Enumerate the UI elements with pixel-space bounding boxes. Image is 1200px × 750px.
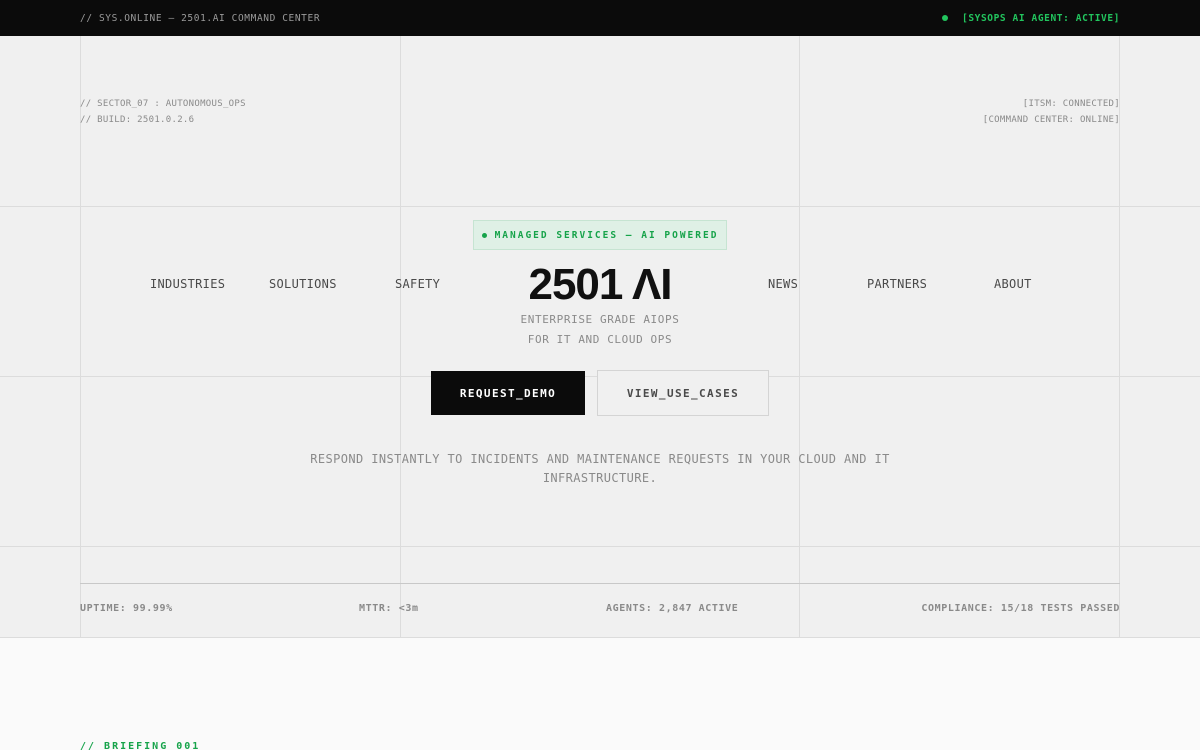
managed-services-badge: MANAGED SERVICES — AI POWERED [473,220,727,250]
nav-partners[interactable]: PARTNERS [867,277,927,291]
grid-line [0,206,1200,207]
nav-about[interactable]: ABOUT [994,277,1032,291]
hero-description: RESPOND INSTANTLY TO INCIDENTS AND MAINT… [310,452,890,485]
command-center-status: [COMMAND CENTER: ONLINE] [982,115,1120,125]
nav-safety[interactable]: SAFETY [395,277,440,291]
sector-label: // SECTOR_07 : AUTONOMOUS_OPS [80,99,246,109]
nav-news[interactable]: NEWS [768,277,798,291]
system-online-label: // SYS.ONLINE — 2501.AI COMMAND CENTER [80,12,321,24]
hero-section: // SECTOR_07 : AUTONOMOUS_OPS // BUILD: … [0,36,1200,637]
request-demo-button[interactable]: REQUEST_DEMO [431,371,585,415]
tagline: ENTERPRISE GRADE AIOPS FOR IT AND CLOUD … [450,310,750,350]
connection-meta: [ITSM: CONNECTED] [COMMAND CENTER: ONLIN… [983,96,1120,128]
itsm-status: [ITSM: CONNECTED] [1022,99,1120,109]
uptime-stat: UPTIME: 99.99% [80,603,173,614]
badge-dot-icon [481,232,487,238]
status-dot-icon [942,15,948,21]
badge-label: MANAGED SERVICES — AI POWERED [494,229,719,241]
grid-line [0,546,1200,547]
build-label: // BUILD: 2501.0.2.6 [80,115,195,125]
briefing-section: // BRIEFING 001 [0,637,1200,750]
tagline-line1: ENTERPRISE GRADE AIOPS [520,313,680,326]
stats-divider [80,583,1120,584]
top-status-bar: // SYS.ONLINE — 2501.AI COMMAND CENTER [… [0,0,1200,36]
agent-status-indicator: [SYSOPS AI AGENT: ACTIVE] [942,13,1120,24]
tagline-line2: FOR IT AND CLOUD OPS [527,333,673,346]
mttr-stat: MTTR: <3m [359,603,419,614]
sector-meta: // SECTOR_07 : AUTONOMOUS_OPS // BUILD: … [80,96,246,128]
nav-solutions[interactable]: SOLUTIONS [269,277,337,291]
briefing-label: // BRIEFING 001 [80,741,201,750]
agent-status-text: [SYSOPS AI AGENT: ACTIVE] [962,12,1120,24]
view-use-cases-button[interactable]: VIEW_USE_CASES [597,370,769,416]
agents-stat: AGENTS: 2,847 ACTIVE [606,603,739,614]
nav-industries[interactable]: INDUSTRIES [150,277,225,291]
brand-logo[interactable]: 2501 ΛI [500,262,700,308]
compliance-stat: COMPLIANCE: 15/18 TESTS PASSED [921,603,1120,614]
